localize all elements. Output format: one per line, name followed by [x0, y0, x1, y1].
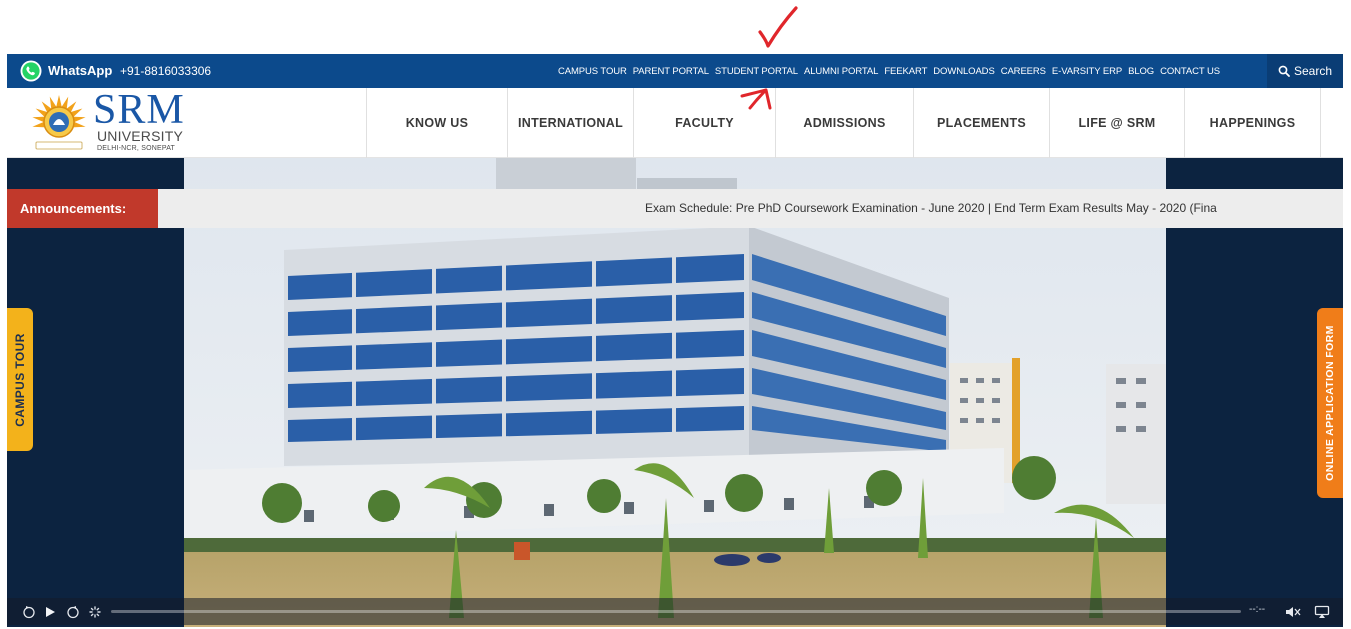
- mute-button[interactable]: [1284, 604, 1302, 619]
- link-downloads[interactable]: DOWNLOADS: [933, 66, 994, 77]
- logo-location: DELHI-NCR, SONEPAT: [97, 145, 176, 152]
- top-bar: WhatsApp +91-8816033306 CAMPUS TOUR PARE…: [7, 54, 1343, 88]
- search-button[interactable]: Search: [1267, 54, 1343, 88]
- nav-life-at-srm[interactable]: LIFE @ SRM: [1049, 88, 1184, 158]
- link-parent-portal[interactable]: PARENT PORTAL: [633, 66, 709, 77]
- nav-international[interactable]: INTERNATIONAL: [507, 88, 633, 158]
- video-progress-bar[interactable]: [111, 610, 1241, 613]
- online-application-tab[interactable]: ONLINE APPLICATION FORM: [1317, 308, 1343, 498]
- primary-menu: KNOW US INTERNATIONAL FACULTY ADMISSIONS…: [366, 88, 1321, 158]
- whatsapp-phone[interactable]: +91-8816033306: [120, 64, 211, 78]
- forward-15-button[interactable]: [65, 604, 81, 619]
- campus-building-image: [184, 158, 1166, 627]
- campus-tour-tab[interactable]: CAMPUS TOUR: [7, 308, 33, 451]
- link-campus-tour[interactable]: CAMPUS TOUR: [558, 66, 627, 77]
- forward-icon: [67, 605, 79, 618]
- online-application-tab-label: ONLINE APPLICATION FORM: [1324, 325, 1336, 481]
- link-blog[interactable]: BLOG: [1128, 66, 1154, 77]
- logo-wordmark: SRM: [93, 87, 185, 133]
- nav-know-us[interactable]: KNOW US: [366, 88, 507, 158]
- hero-banner: [7, 158, 1343, 627]
- link-evarsity-erp[interactable]: E-VARSITY ERP: [1052, 66, 1122, 77]
- announcements-bar: Announcements: Exam Schedule: Pre PhD Co…: [7, 189, 1343, 228]
- play-button[interactable]: [43, 604, 57, 619]
- nav-happenings[interactable]: HAPPENINGS: [1184, 88, 1321, 158]
- link-careers[interactable]: CAREERS: [1001, 66, 1046, 77]
- utility-links: CAMPUS TOUR PARENT PORTAL STUDENT PORTAL…: [558, 66, 1226, 77]
- airplay-icon: [1314, 605, 1330, 618]
- search-icon: [1278, 65, 1290, 77]
- link-student-portal[interactable]: STUDENT PORTAL: [715, 66, 798, 77]
- checkmark-annotation: [758, 6, 798, 48]
- whatsapp-label[interactable]: WhatsApp: [48, 63, 112, 78]
- link-contact-us[interactable]: CONTACT US: [1160, 66, 1220, 77]
- video-time: --:--: [1249, 604, 1266, 615]
- spinner-icon: [89, 605, 101, 618]
- announcements-ticker[interactable]: Exam Schedule: Pre PhD Coursework Examin…: [645, 201, 1343, 215]
- nav-admissions[interactable]: ADMISSIONS: [775, 88, 913, 158]
- play-icon: [46, 606, 55, 617]
- airplay-button[interactable]: [1313, 604, 1331, 619]
- srm-logo[interactable]: SRM UNIVERSITY DELHI-NCR, SONEPAT: [29, 87, 199, 154]
- logo-subtitle: UNIVERSITY: [97, 128, 184, 144]
- link-alumni-portal[interactable]: ALUMNI PORTAL: [804, 66, 878, 77]
- search-label: Search: [1293, 64, 1333, 78]
- nav-placements[interactable]: PLACEMENTS: [913, 88, 1049, 158]
- sun-emblem-icon: [32, 95, 86, 150]
- whatsapp-icon[interactable]: [20, 60, 42, 82]
- link-feekart[interactable]: FEEKART: [884, 66, 927, 77]
- speaker-muted-icon: [1286, 606, 1301, 617]
- loading-spinner: [87, 604, 103, 619]
- nav-faculty[interactable]: FACULTY: [633, 88, 775, 158]
- announcements-label: Announcements:: [7, 189, 158, 228]
- main-navbar: SRM UNIVERSITY DELHI-NCR, SONEPAT KNOW U…: [7, 88, 1343, 158]
- campus-tour-tab-label: CAMPUS TOUR: [13, 332, 28, 427]
- video-controls: --:--: [7, 598, 1343, 625]
- rewind-icon: [23, 605, 35, 618]
- rewind-15-button[interactable]: [21, 604, 37, 619]
